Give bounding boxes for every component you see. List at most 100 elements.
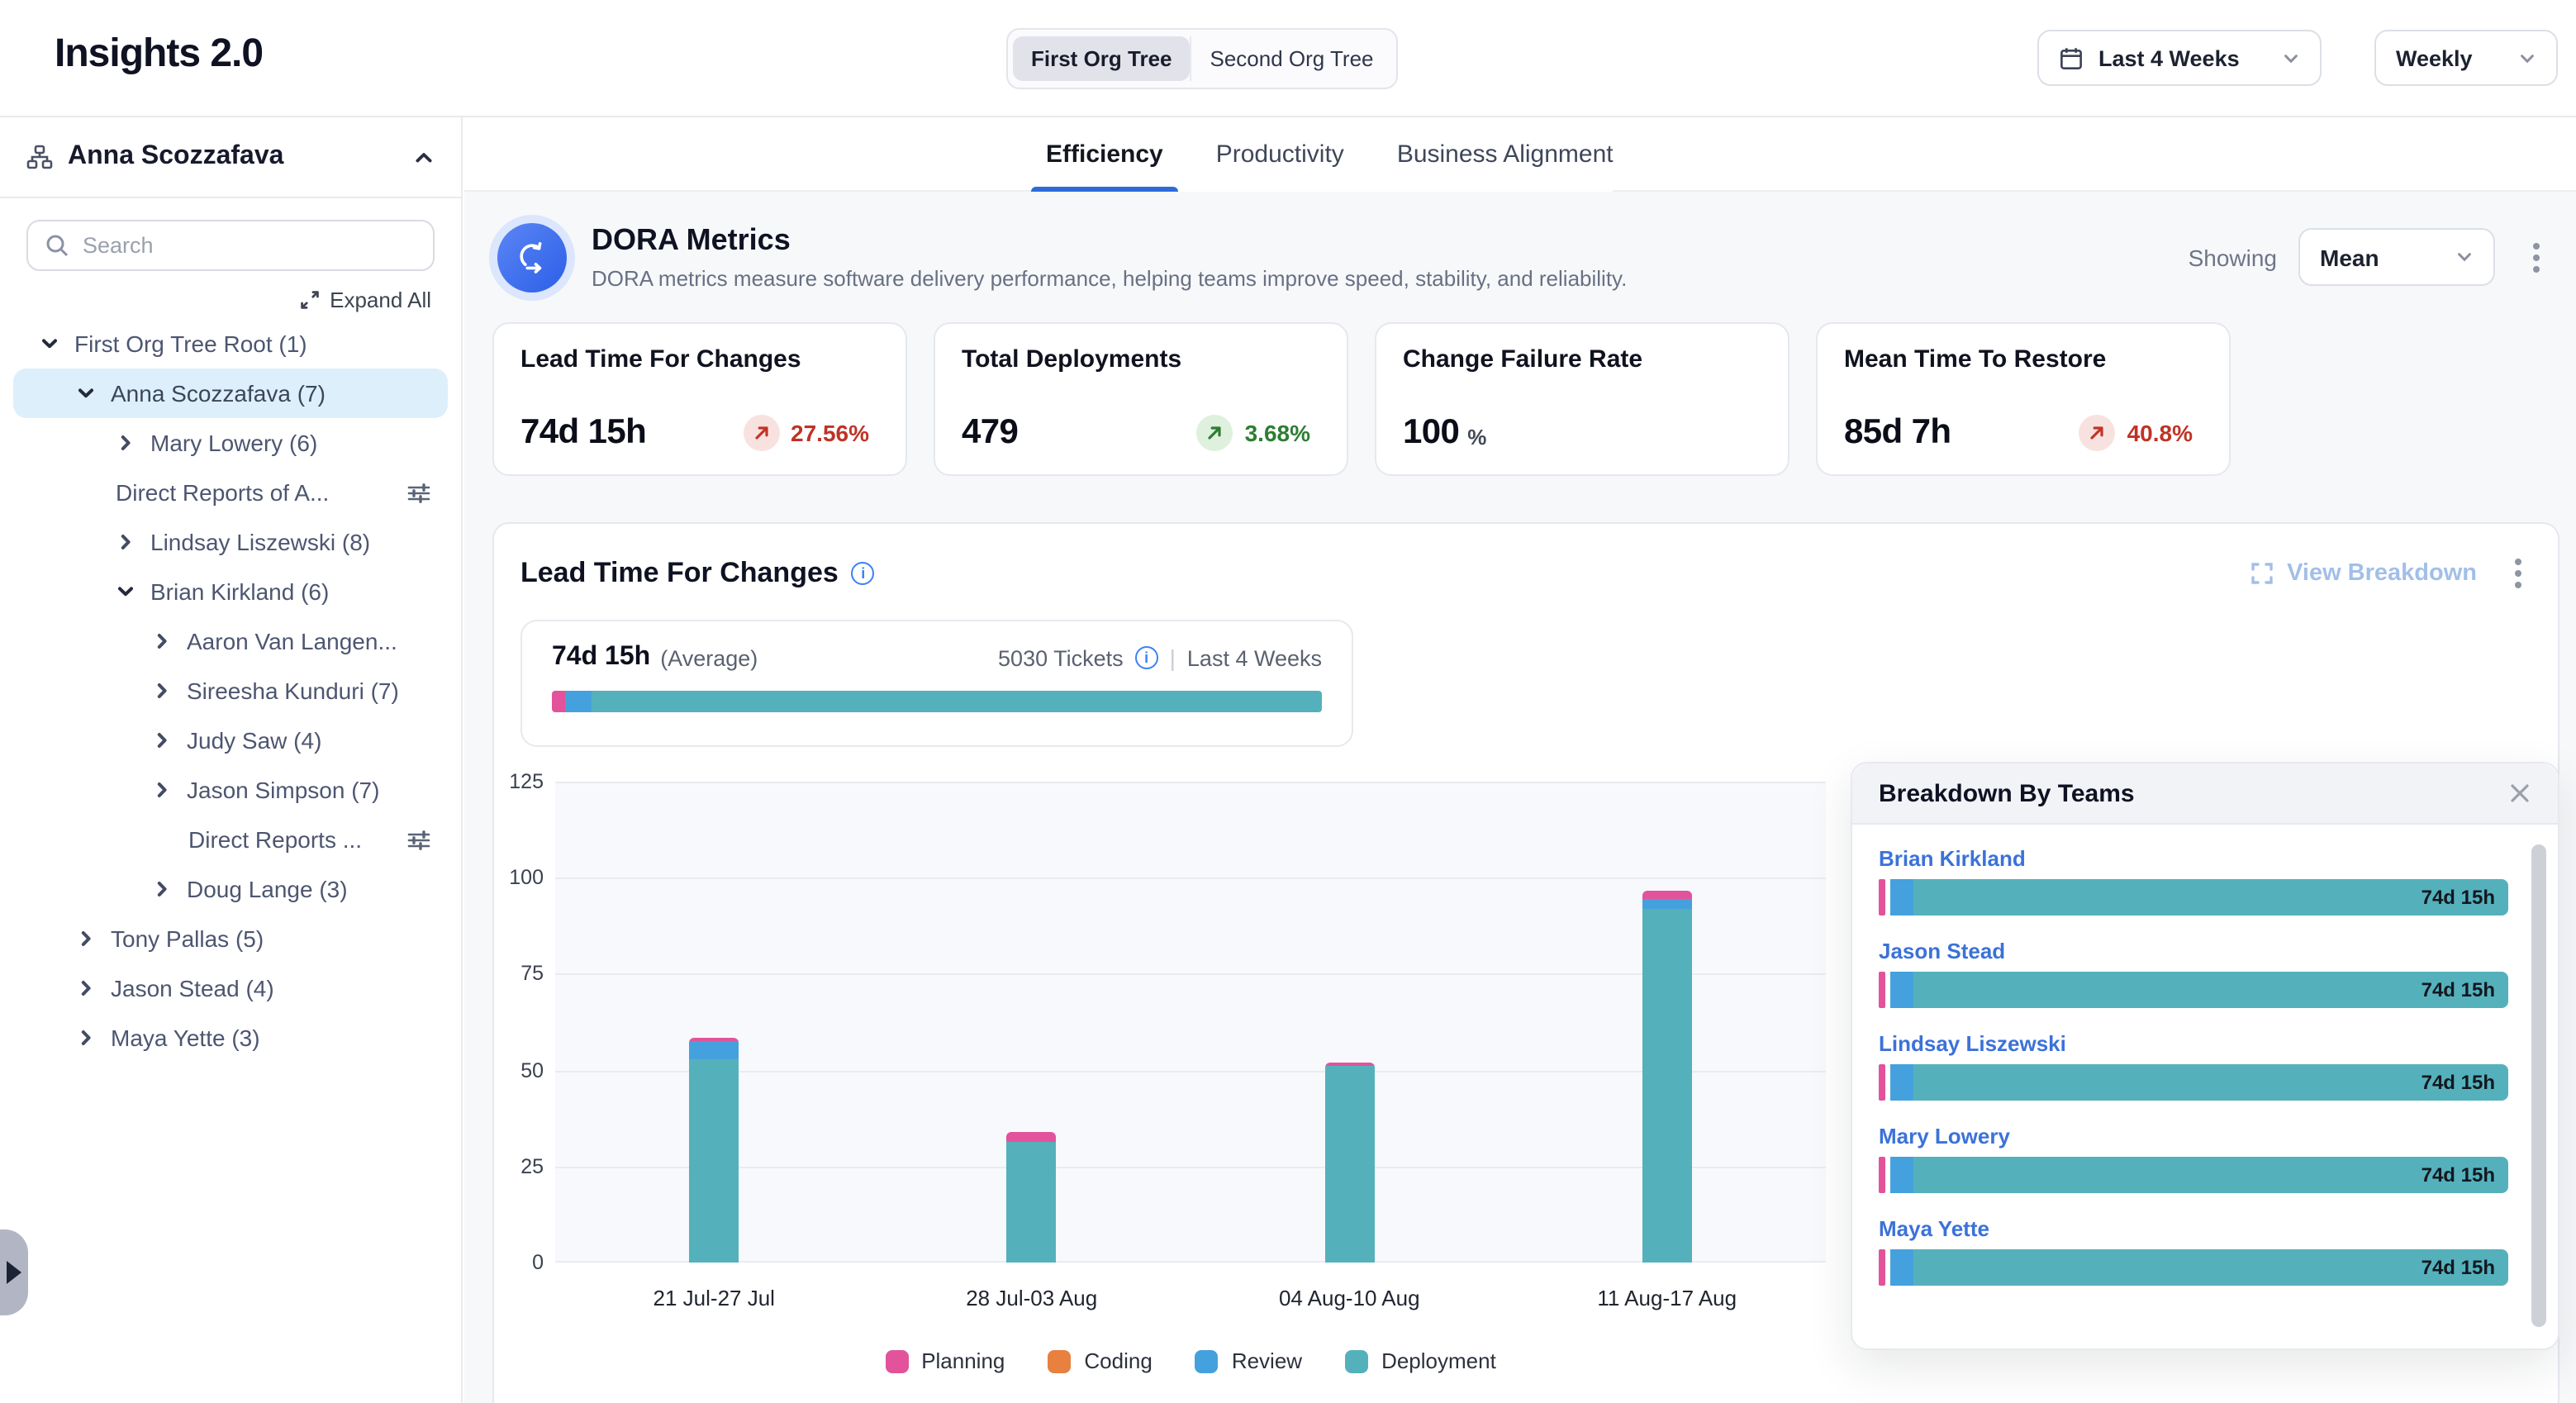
delta-percent: 3.68% — [1245, 420, 1310, 446]
team-name-link[interactable]: Mary Lowery — [1879, 1124, 2508, 1149]
chevron-down-icon[interactable] — [76, 383, 96, 403]
chevron-down-icon[interactable] — [116, 582, 135, 602]
close-icon[interactable] — [2508, 782, 2531, 805]
bar-segment-planning — [1879, 1249, 1885, 1286]
trend-badge: 40.8% — [2079, 415, 2193, 451]
tree-item[interactable]: Jason Simpson (7) — [13, 765, 448, 815]
bar-segment-planning — [1879, 1157, 1885, 1193]
legend-swatch — [1345, 1349, 1368, 1372]
date-range-select[interactable]: Last 4 Weeks — [2037, 30, 2322, 86]
bar-segment-planning — [1007, 1132, 1057, 1142]
view-breakdown-label: View Breakdown — [2287, 560, 2477, 587]
tab-efficiency[interactable]: Efficiency — [1046, 117, 1163, 192]
team-stacked-bar: 74d 15h — [1879, 879, 2508, 916]
stacked-bar[interactable] — [1007, 1132, 1057, 1263]
org-tree-option[interactable]: First Org Tree — [1013, 36, 1191, 81]
y-tick-label: 125 — [494, 770, 544, 793]
filter-sliders-icon[interactable] — [406, 827, 431, 852]
search-input[interactable] — [83, 233, 416, 258]
trend-badge: 27.56% — [743, 415, 869, 451]
stacked-bar[interactable] — [689, 1039, 739, 1263]
org-chart-icon — [26, 144, 53, 170]
showing-value: Mean — [2320, 244, 2379, 270]
tree-item-label: Jason Simpson (7) — [187, 777, 379, 803]
chevron-right-icon[interactable] — [152, 879, 172, 899]
chevron-right-icon[interactable] — [116, 433, 135, 453]
tree-item-label: Sireesha Kunduri (7) — [187, 678, 399, 704]
sidebar: Anna Scozzafava Expand All First Org Tre… — [0, 117, 463, 1403]
tab-productivity[interactable]: Productivity — [1216, 117, 1344, 192]
tree-item[interactable]: Tony Pallas (5) — [13, 914, 448, 963]
metric-card-title: Mean Time To Restore — [1844, 345, 2203, 373]
chevron-right-icon[interactable] — [76, 1028, 96, 1048]
tree-item-label: Anna Scozzafava (7) — [111, 380, 326, 407]
chevron-right-icon[interactable] — [152, 631, 172, 651]
chevron-down-icon[interactable] — [40, 334, 59, 354]
tree-item[interactable]: Aaron Van Langen... — [13, 616, 448, 666]
dora-menu-kebab-icon[interactable] — [2523, 235, 2550, 278]
tree-item[interactable]: Direct Reports ... — [13, 815, 448, 864]
team-row: Lindsay Liszewski74d 15h — [1879, 1031, 2508, 1101]
filter-sliders-icon[interactable] — [406, 480, 431, 505]
team-name-link[interactable]: Maya Yette — [1879, 1216, 2508, 1241]
search-input-wrap — [26, 220, 435, 271]
expand-all-button[interactable]: Expand All — [0, 288, 431, 312]
tree-item[interactable]: Brian Kirkland (6) — [13, 567, 448, 616]
sidebar-user-name: Anna Scozzafava — [68, 142, 283, 172]
team-row: Jason Stead74d 15h — [1879, 939, 2508, 1008]
tab-business-alignment[interactable]: Business Alignment — [1397, 117, 1614, 192]
info-icon[interactable]: i — [1135, 646, 1158, 669]
sidebar-expand-handle[interactable] — [0, 1229, 28, 1315]
org-tree-option[interactable]: Second Org Tree — [1191, 36, 1392, 81]
bar-segment-planning — [1879, 879, 1885, 916]
tabs: Efficiency Productivity Business Alignment — [1046, 117, 1614, 192]
chart-menu-kebab-icon[interactable] — [2505, 552, 2531, 595]
summary-segment-review — [565, 691, 592, 712]
tree-item[interactable]: First Org Tree Root (1) — [13, 319, 448, 369]
tree-item-label: Mary Lowery (6) — [150, 430, 317, 456]
metric-card-value: 100 — [1403, 413, 1459, 453]
stacked-bar[interactable] — [1642, 892, 1692, 1263]
tree-item[interactable]: Judy Saw (4) — [13, 716, 448, 765]
lead-time-panel-header: Lead Time For Changes i View Breakdown — [494, 524, 2558, 595]
tree-item[interactable]: Anna Scozzafava (7) — [13, 369, 448, 418]
team-row: Brian Kirkland 74d 15h — [1879, 846, 2508, 916]
tree-item[interactable]: Jason Stead (4) — [13, 963, 448, 1013]
showing-select[interactable]: Mean — [2298, 228, 2495, 286]
tree-item[interactable]: Doug Lange (3) — [13, 864, 448, 914]
chevron-right-icon[interactable] — [76, 978, 96, 998]
tree-item-label: Tony Pallas (5) — [111, 925, 264, 952]
chevron-right-icon[interactable] — [152, 780, 172, 800]
scrollbar-thumb[interactable] — [2531, 844, 2546, 1327]
bar-segment-planning — [1879, 1064, 1885, 1101]
legend-label: Review — [1232, 1348, 1302, 1373]
team-name-link[interactable]: Brian Kirkland — [1879, 846, 2508, 871]
tree-item[interactable]: Sireesha Kunduri (7) — [13, 666, 448, 716]
collapse-sidebar-icon[interactable] — [413, 146, 435, 168]
tree-item[interactable]: Mary Lowery (6) — [13, 418, 448, 468]
info-icon[interactable]: i — [852, 562, 875, 585]
tree-item[interactable]: Lindsay Liszewski (8) — [13, 517, 448, 567]
team-name-link[interactable]: Lindsay Liszewski — [1879, 1031, 2508, 1056]
metric-card-value: 479 — [962, 413, 1018, 453]
tree-item-label: Aaron Van Langen... — [187, 628, 397, 654]
calendar-icon — [2059, 45, 2084, 70]
chevron-right-icon[interactable] — [116, 532, 135, 552]
granularity-value: Weekly — [2396, 45, 2473, 70]
play-triangle-icon — [7, 1261, 21, 1284]
team-name-link[interactable]: Jason Stead — [1879, 939, 2508, 963]
dora-title: DORA Metrics — [592, 223, 1627, 258]
tree-item[interactable]: Maya Yette (3) — [13, 1013, 448, 1063]
chevron-right-icon[interactable] — [152, 730, 172, 750]
chevron-right-icon[interactable] — [76, 929, 96, 949]
org-tree-toggle: First Org TreeSecond Org Tree — [1006, 28, 1399, 89]
view-breakdown-button[interactable]: View Breakdown — [2250, 560, 2477, 587]
tree-item[interactable]: Direct Reports of A... — [13, 468, 448, 517]
summary-stacked-bar — [552, 691, 1322, 712]
tree-item-label: Brian Kirkland (6) — [150, 578, 329, 605]
bar-segment-review — [1890, 1249, 1913, 1286]
stacked-bar[interactable] — [1324, 1063, 1374, 1263]
metric-card: Change Failure Rate100% — [1375, 322, 1789, 476]
chevron-right-icon[interactable] — [152, 681, 172, 701]
granularity-select[interactable]: Weekly — [2374, 30, 2558, 86]
